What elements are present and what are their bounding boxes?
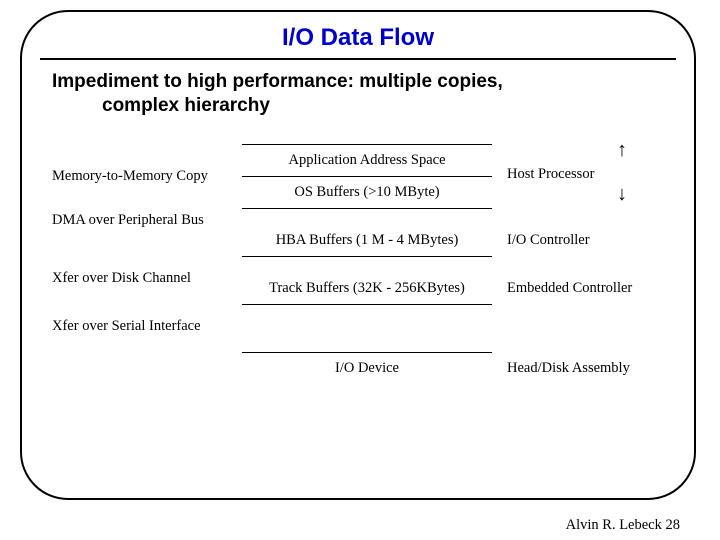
slide-frame: I/O Data Flow Impediment to high perform… [20, 10, 696, 500]
center-os-buffers: OS Buffers (>10 MByte) [242, 184, 492, 201]
footer-page-number: 28 [666, 517, 681, 533]
right-host-processor: Host Processor [507, 166, 594, 183]
right-head-disk-assembly: Head/Disk Assembly [507, 360, 630, 377]
footer-author: Alvin R. Lebeck [566, 517, 666, 533]
stack-line [242, 352, 492, 353]
io-data-flow-diagram: Application Address Space OS Buffers (>1… [52, 136, 664, 436]
arrow-down-icon: ↓ [617, 184, 627, 204]
stack-line [242, 144, 492, 145]
left-dma: DMA over Peripheral Bus [52, 212, 204, 229]
slide-subtitle: Impediment to high performance: multiple… [52, 70, 664, 118]
subtitle-line-2: complex hierarchy [52, 94, 664, 118]
slide-footer: Alvin R. Lebeck 28 [566, 517, 680, 534]
left-mem-to-mem: Memory-to-Memory Copy [52, 168, 208, 185]
stack-line [242, 256, 492, 257]
stack-line [242, 176, 492, 177]
center-track-buffers: Track Buffers (32K - 256KBytes) [242, 280, 492, 297]
center-app-address-space: Application Address Space [242, 152, 492, 169]
center-io-device: I/O Device [242, 360, 492, 377]
left-disk-channel: Xfer over Disk Channel [52, 270, 191, 287]
slide-title: I/O Data Flow [22, 24, 694, 52]
title-divider [40, 58, 676, 60]
center-hba-buffers: HBA Buffers (1 M - 4 MBytes) [242, 232, 492, 249]
arrow-up-icon: ↑ [617, 140, 627, 160]
right-io-controller: I/O Controller [507, 232, 590, 249]
subtitle-line-1: Impediment to high performance: multiple… [52, 71, 503, 92]
right-embedded-controller: Embedded Controller [507, 280, 632, 297]
stack-line [242, 208, 492, 209]
stack-line [242, 304, 492, 305]
left-serial-interface: Xfer over Serial Interface [52, 318, 201, 335]
